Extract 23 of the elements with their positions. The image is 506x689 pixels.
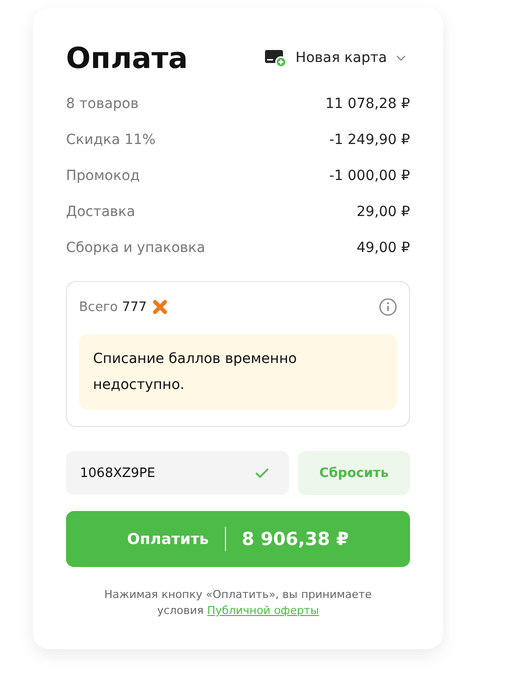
reset-button[interactable]: Сбросить xyxy=(298,451,410,495)
card-add-icon xyxy=(264,49,287,67)
summary-value: 29,00 ₽ xyxy=(356,204,410,220)
summary-value: -1 249,90 ₽ xyxy=(329,132,410,148)
summary-value: -1 000,00 ₽ xyxy=(329,168,410,184)
notice-message: Списание баллов временно недоступно. xyxy=(79,334,397,410)
summary-value: 49,00 ₽ xyxy=(356,240,410,256)
promo-code-field[interactable]: 1068XZ9PE xyxy=(66,451,289,495)
caret-icon[interactable] xyxy=(396,55,406,61)
summary-label: 8 товаров xyxy=(66,96,139,112)
offer-link[interactable]: Публичной оферты xyxy=(207,604,319,617)
summary-label: Скидка 11% xyxy=(66,132,156,148)
card-selector[interactable]: Новая карта xyxy=(296,50,387,66)
pay-button[interactable]: Оплатить 8 906,38 ₽ xyxy=(66,511,410,567)
points-total: Всего 777 xyxy=(79,300,147,314)
summary-label: Доставка xyxy=(66,204,136,220)
summary-value: 11 078,28 ₽ xyxy=(325,96,410,112)
page-title: Оплата xyxy=(66,41,188,75)
summary-label: Сборка и упаковка xyxy=(66,240,206,256)
info-icon[interactable] xyxy=(379,298,397,316)
summary-label: Промокод xyxy=(66,168,140,184)
cross-icon xyxy=(152,300,167,314)
legal-note: Нажимая кнопку «Оплатить», вы принимаете условия Публичной оферты xyxy=(103,587,373,619)
